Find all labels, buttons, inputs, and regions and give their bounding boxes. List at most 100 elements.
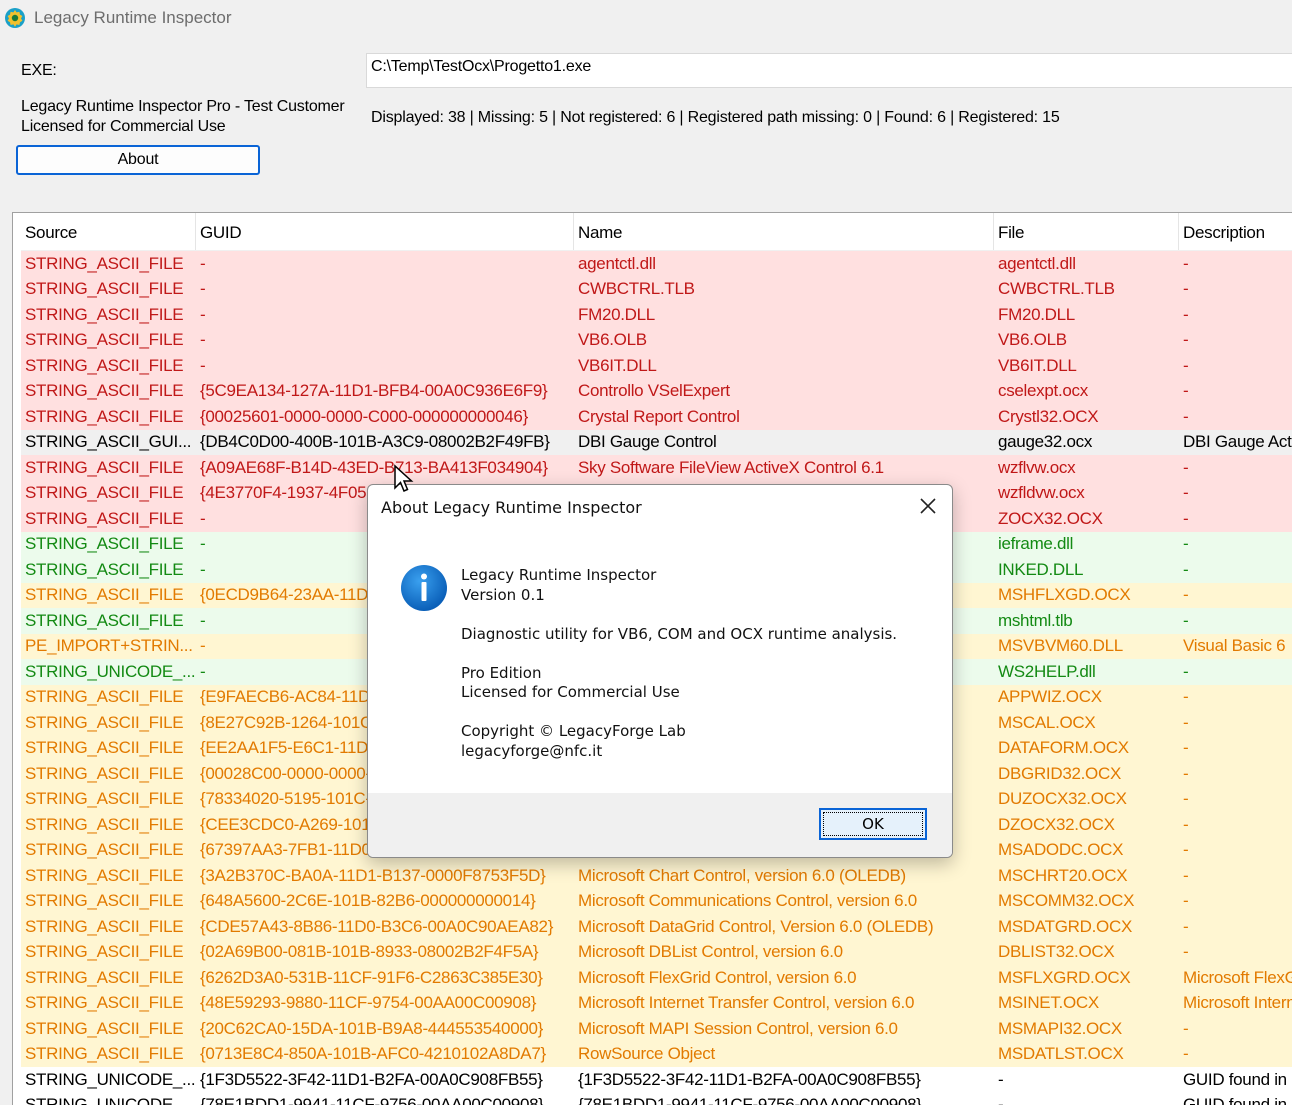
cell-file: - — [998, 1095, 1004, 1105]
table-row[interactable]: STRING_ASCII_FILE {02A69B00-081B-101B-893… — [21, 939, 1292, 965]
cell-description: - — [1183, 814, 1189, 834]
table-row[interactable]: STRING_ASCII_FILE {48E59293-9880-11CF-975… — [21, 990, 1292, 1016]
cell-name: RowSource Object — [578, 1044, 715, 1064]
cell-description: - — [1183, 483, 1189, 503]
cell-source: STRING_ASCII_FILE — [25, 508, 184, 528]
cell-guid: - — [200, 330, 206, 350]
table-row[interactable]: STRING_ASCII_FILE - CWBCTRL.TLB CWBCTRL.TLB… — [21, 276, 1292, 302]
cell-name: {1F3D5522-3F42-11D1-B2FA-00A0C908FB55} — [578, 1069, 921, 1089]
header-source[interactable]: Source — [21, 213, 196, 250]
cell-description: - — [1183, 355, 1189, 375]
cell-source: STRING_ASCII_FILE — [25, 483, 184, 503]
cell-guid: {5C9EA134-127A-11D1-BFB4-00A0C936E6F9} — [200, 381, 548, 401]
cell-source: STRING_ASCII_FILE — [25, 457, 184, 477]
cell-source: STRING_ASCII_FILE — [25, 1018, 184, 1038]
header-description[interactable]: Description — [1179, 213, 1292, 250]
cell-file: DUZOCX32.OCX — [998, 789, 1127, 809]
cell-file: MSFLXGRD.OCX — [998, 967, 1131, 987]
table-row[interactable]: STRING_ASCII_FILE {648A5600-2C6E-101B-82B… — [21, 888, 1292, 914]
license-line-1: Legacy Runtime Inspector Pro - Test Cust… — [21, 98, 345, 115]
cell-file: mshtml.tlb — [998, 610, 1073, 630]
cell-description: - — [1183, 916, 1189, 936]
cell-description: - — [1183, 585, 1189, 605]
table-row[interactable]: STRING_ASCII_FILE {3A2B370C-BA0A-11D1-B13… — [21, 863, 1292, 889]
close-icon[interactable] — [918, 496, 938, 516]
cell-description: - — [1183, 381, 1189, 401]
cell-source: STRING_ASCII_FILE — [25, 942, 184, 962]
cell-description: - — [1183, 789, 1189, 809]
cell-description: - — [1183, 840, 1189, 860]
cell-file: - — [998, 1069, 1004, 1089]
cell-name: agentctl.dll — [578, 253, 656, 273]
cell-file: VB6IT.DLL — [998, 355, 1077, 375]
cell-description: - — [1183, 610, 1189, 630]
table-row[interactable]: STRING_ASCII_FILE {00025601-0000-0000-C00… — [21, 404, 1292, 430]
table-row[interactable]: STRING_ASCII_FILE {6262D3A0-531B-11CF-91F… — [21, 965, 1292, 991]
cell-file: MSVBVM60.DLL — [998, 636, 1123, 656]
status-summary: Displayed: 38 | Missing: 5 | Not registe… — [371, 109, 1060, 126]
cell-file: wzflvw.ocx — [998, 457, 1076, 477]
header-file[interactable]: File — [994, 213, 1179, 250]
cell-name: Microsoft MAPI Session Control, version … — [578, 1018, 898, 1038]
table-row[interactable]: STRING_ASCII_FILE {20C62CA0-15DA-101B-B9A… — [21, 1016, 1292, 1042]
cell-source: STRING_UNICODE_... — [25, 661, 196, 681]
cell-source: STRING_ASCII_FILE — [25, 304, 184, 324]
table-row[interactable]: STRING_ASCII_FILE - VB6.OLB VB6.OLB - — [21, 327, 1292, 353]
cell-description: Visual Basic 6 — [1183, 636, 1286, 656]
cell-source: STRING_ASCII_FILE — [25, 330, 184, 350]
table-row[interactable]: STRING_ASCII_FILE {A09AE68F-B14D-43ED-B71… — [21, 455, 1292, 481]
app-copyright: Copyright © LegacyForge Lab — [461, 722, 686, 740]
ok-button[interactable]: OK — [819, 808, 927, 840]
window-title: Legacy Runtime Inspector — [34, 8, 232, 27]
cell-source: STRING_ASCII_FILE — [25, 789, 184, 809]
cell-guid: {CDE57A43-8B86-11D0-B3C6-00A0C90AEA82} — [200, 916, 554, 936]
cell-source: STRING_ASCII_FILE — [25, 891, 184, 911]
table-row[interactable]: STRING_ASCII_GUI... {DB4C0D00-400B-101B-A… — [21, 429, 1292, 455]
cell-guid: - — [200, 355, 206, 375]
header-guid[interactable]: GUID — [196, 213, 574, 250]
cell-source: STRING_ASCII_FILE — [25, 406, 184, 426]
cell-source: STRING_ASCII_FILE — [25, 712, 184, 732]
table-row[interactable]: STRING_UNICODE_... {1F3D5522-3F42-11D1-B2… — [21, 1067, 1292, 1093]
cell-source: STRING_ASCII_FILE — [25, 355, 184, 375]
about-button[interactable]: About — [16, 145, 260, 175]
cell-guid: {48E59293-9880-11CF-9754-00AA00C00908} — [200, 993, 537, 1013]
cell-guid: - — [200, 253, 206, 273]
title-bar: Legacy Runtime Inspector — [0, 0, 1292, 36]
cell-source: STRING_ASCII_FILE — [25, 738, 184, 758]
cell-name: Microsoft Communications Control, versio… — [578, 891, 917, 911]
cell-source: STRING_UNICODE_... — [25, 1095, 196, 1105]
exe-path-field[interactable]: C:\Temp\TestOcx\Progetto1.exe — [366, 53, 1292, 88]
cell-description: GUID found in — [1183, 1095, 1287, 1105]
cell-file: CWBCTRL.TLB — [998, 279, 1115, 299]
table-row[interactable]: STRING_ASCII_FILE - agentctl.dll agentctl.d… — [21, 251, 1292, 277]
app-edition: Pro Edition — [461, 663, 542, 682]
cell-file: DZOCX32.OCX — [998, 814, 1115, 834]
table-row[interactable]: STRING_UNICODE_... {78E1BDD1-9941-11CF-97… — [21, 1092, 1292, 1105]
app-license: Licensed for Commercial Use — [461, 683, 680, 701]
cell-file: VB6.OLB — [998, 330, 1067, 350]
cell-guid: {0713E8C4-850A-101B-AFC0-4210102A8DA7} — [200, 1044, 546, 1064]
header-name[interactable]: Name — [574, 213, 994, 250]
table-row[interactable]: STRING_ASCII_FILE {5C9EA134-127A-11D1-BFB… — [21, 378, 1292, 404]
table-row[interactable]: STRING_ASCII_FILE - VB6IT.DLL VB6IT.DLL - — [21, 353, 1292, 379]
cell-file: agentctl.dll — [998, 253, 1076, 273]
table-row[interactable]: STRING_ASCII_FILE - FM20.DLL FM20.DLL - — [21, 302, 1292, 328]
cell-name: FM20.DLL — [578, 304, 655, 324]
cell-file: MSMAPI32.OCX — [998, 1018, 1122, 1038]
grid-header: Source GUID Name File Description — [21, 213, 1292, 251]
cell-file: MSHFLXGD.OCX — [998, 585, 1131, 605]
cell-description: - — [1183, 687, 1189, 707]
cell-description: - — [1183, 534, 1189, 554]
cell-guid: - — [200, 279, 206, 299]
cell-source: STRING_ASCII_FILE — [25, 610, 184, 630]
cell-file: DBGRID32.OCX — [998, 763, 1121, 783]
table-row[interactable]: STRING_ASCII_FILE {CDE57A43-8B86-11D0-B3C… — [21, 914, 1292, 940]
cell-file: MSADODC.OCX — [998, 840, 1124, 860]
table-row[interactable]: STRING_ASCII_FILE {0713E8C4-850A-101B-AFC… — [21, 1041, 1292, 1067]
cell-source: STRING_ASCII_FILE — [25, 814, 184, 834]
cell-guid: {A09AE68F-B14D-43ED-B713-BA413F034904} — [200, 457, 548, 477]
cell-guid: - — [200, 304, 206, 324]
cell-file: ieframe.dll — [998, 534, 1074, 554]
cell-name: Microsoft FlexGrid Control, version 6.0 — [578, 967, 857, 987]
